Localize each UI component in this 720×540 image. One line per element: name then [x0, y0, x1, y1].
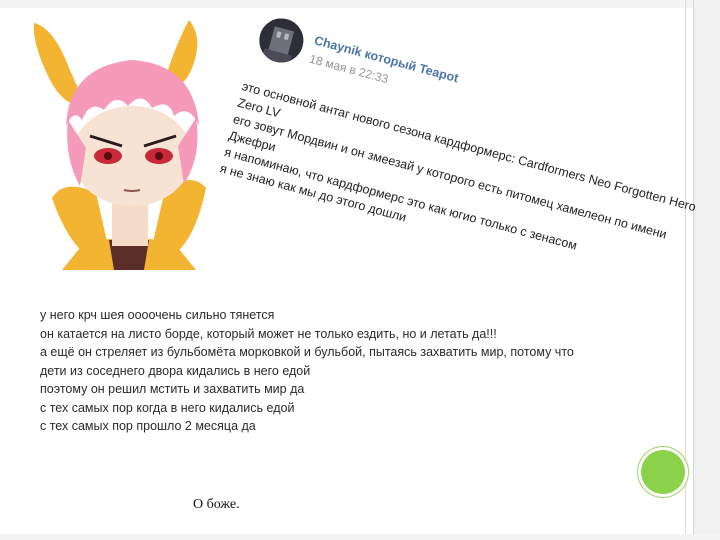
slide-right-rule [685, 0, 686, 540]
description-line: поэтому он решил мстить и захватить мир … [40, 382, 305, 396]
description-line: дети из соседнего двора кидались в него … [40, 363, 311, 378]
green-circle-decoration [641, 450, 685, 494]
description-line: он катается на листо борде, который може… [40, 326, 497, 341]
description-line: у него крч шея оооочень сильно тянется [40, 308, 275, 322]
description-text: у него крч шея оооочень сильно тянется о… [40, 306, 640, 436]
character-illustration [33, 20, 206, 270]
description-line: с тех самых пор прошло 2 месяца да [40, 419, 256, 433]
slide-right-border [693, 0, 720, 540]
description-line: а ещё он стреляет из бульбомёта морковко… [40, 345, 574, 359]
avatar-image [254, 13, 309, 68]
vk-post: Chaynik который Teapot 18 мая в 22:33 эт… [216, 12, 697, 290]
slide-caption: О боже. [193, 497, 240, 512]
slide-top-border [0, 0, 720, 8]
author-avatar[interactable] [254, 13, 309, 68]
mouth [123, 189, 141, 192]
description-line: с тех самых пор когда в него кидались ед… [40, 400, 295, 415]
slide-bottom-border [0, 534, 720, 540]
